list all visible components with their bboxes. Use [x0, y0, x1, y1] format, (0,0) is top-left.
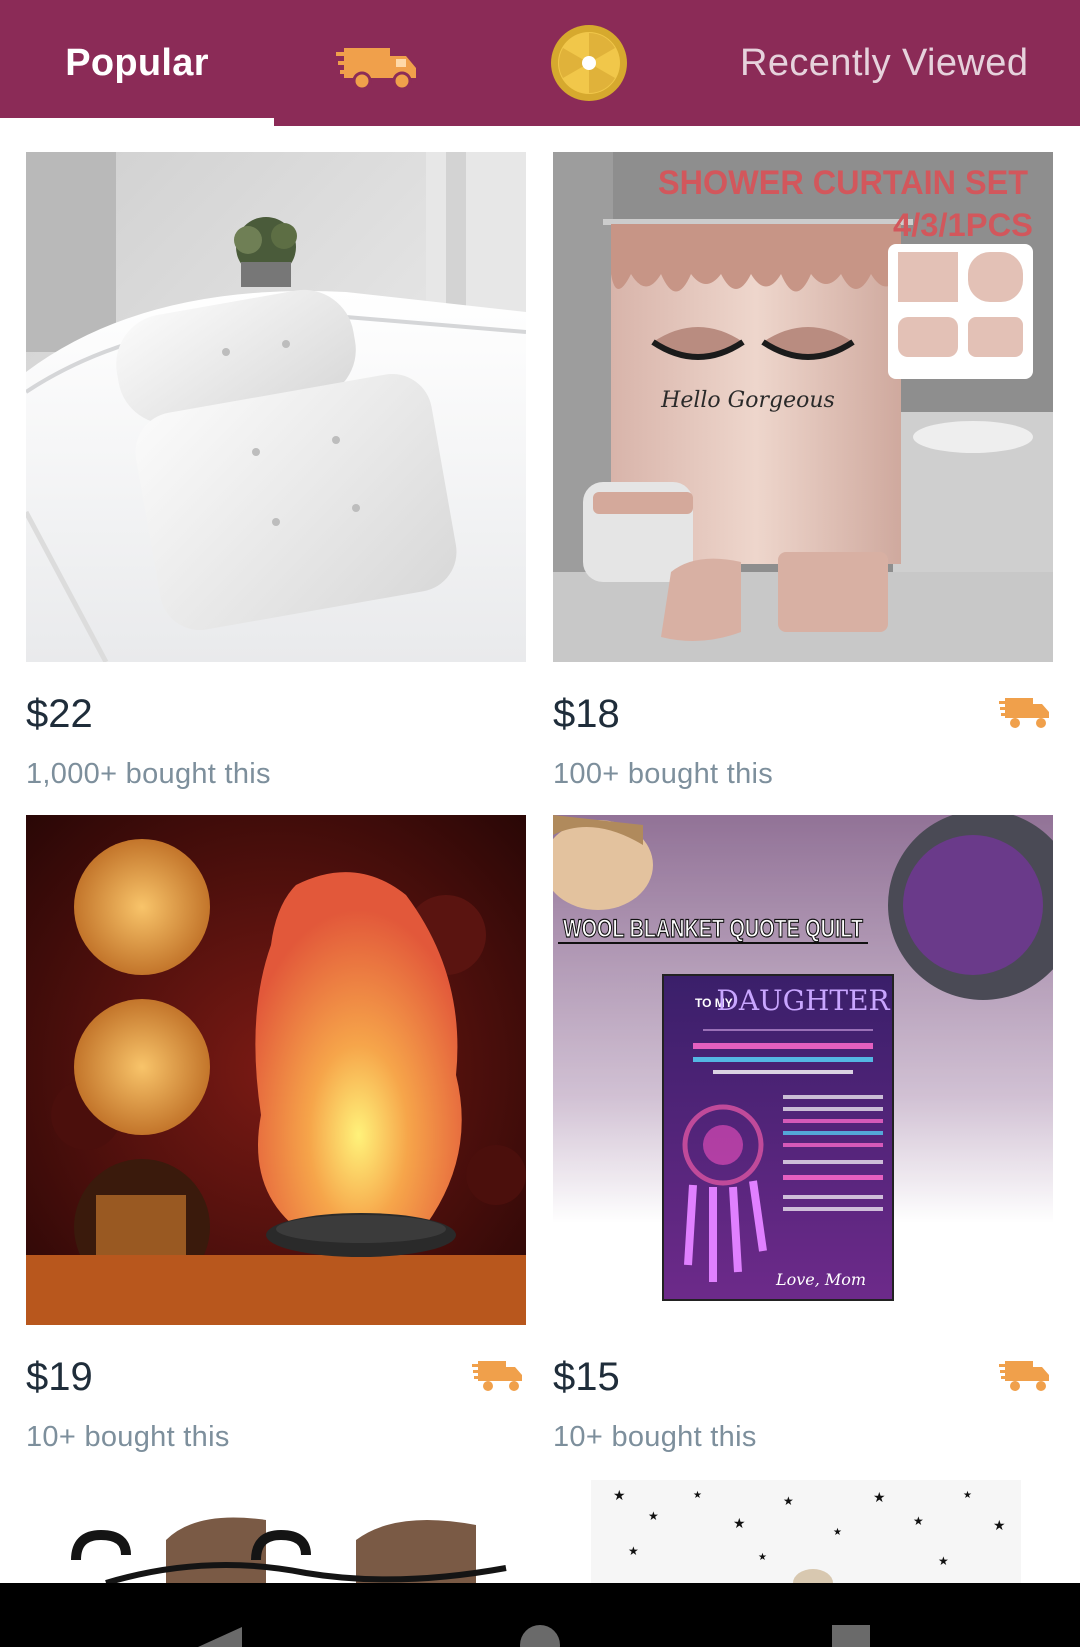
product-price: $19: [26, 1355, 93, 1399]
svg-text:★: ★: [613, 1487, 626, 1503]
blanket-daughter-text: DAUGHTER: [716, 984, 890, 1017]
svg-text:★: ★: [963, 1490, 972, 1501]
product-price: $18: [553, 692, 620, 736]
product-card[interactable]: WOOL BLANKET QUOTE QUILT TO MY DAUGHTER …: [553, 815, 1053, 1455]
svg-text:★: ★: [938, 1554, 949, 1568]
tab-bar: Popular Recently Viewed: [0, 0, 1080, 126]
curtain-script-text: Hello Gorgeous: [660, 388, 835, 413]
back-icon[interactable]: [198, 1627, 246, 1647]
tab-popular[interactable]: Popular: [0, 0, 274, 126]
svg-text:★: ★: [648, 1509, 659, 1523]
tab-recently-viewed-label: Recently Viewed: [740, 41, 1029, 84]
blanket-title-text: WOOL BLANKET QUOTE QUILT: [563, 915, 863, 943]
delivery-truck-icon: [999, 1361, 1049, 1391]
product-card[interactable]: Hello Gorgeous SHOWER CURTAIN SET 4/3/1P…: [553, 152, 1053, 792]
svg-text:★: ★: [913, 1514, 924, 1528]
product-card[interactable]: ★ ★ ★ ★ ★ ★ ★ ★ ★ ★ ★ ★ ★: [553, 1480, 1053, 1583]
product-card[interactable]: $22 1,000+ bought this: [26, 152, 526, 792]
home-icon[interactable]: [518, 1623, 562, 1647]
tab-popular-label: Popular: [65, 41, 209, 84]
tab-rewards[interactable]: [548, 22, 630, 104]
svg-text:★: ★: [693, 1490, 702, 1501]
delivery-truck-icon: [336, 48, 416, 91]
product-card[interactable]: $19 10+ bought this: [26, 815, 526, 1455]
product-price: $22: [26, 692, 93, 736]
product-bought-count: 100+ bought this: [553, 758, 774, 790]
blanket-signature-text: Love, Mom: [775, 1270, 866, 1289]
product-card[interactable]: [26, 1480, 526, 1583]
delivery-truck-icon: [999, 698, 1049, 728]
product-bought-count: 1,000+ bought this: [26, 758, 271, 790]
svg-text:★: ★: [993, 1517, 1006, 1533]
svg-text:★: ★: [783, 1494, 794, 1508]
curtain-title-text: SHOWER CURTAIN SET: [658, 164, 1028, 202]
product-image-salt-lamp[interactable]: [26, 815, 526, 1325]
product-image-curtain-rod[interactable]: [26, 1480, 526, 1583]
svg-text:★: ★: [873, 1489, 886, 1505]
svg-text:★: ★: [758, 1552, 767, 1563]
system-navigation-bar: [0, 1583, 1080, 1647]
product-price: $15: [553, 1355, 620, 1399]
product-bought-count: 10+ bought this: [553, 1421, 757, 1453]
active-tab-indicator: [0, 118, 274, 126]
svg-text:★: ★: [733, 1515, 746, 1531]
coin-wheel-icon: [551, 25, 627, 101]
svg-text:★: ★: [833, 1527, 842, 1538]
recents-icon[interactable]: [832, 1625, 870, 1647]
tab-shipping[interactable]: [330, 26, 430, 102]
product-image-quote-blanket[interactable]: WOOL BLANKET QUOTE QUILT TO MY DAUGHTER …: [553, 815, 1053, 1325]
tab-recently-viewed[interactable]: Recently Viewed: [740, 0, 1080, 126]
product-image-bath-pillow[interactable]: [26, 152, 526, 662]
product-image-shower-curtain[interactable]: Hello Gorgeous SHOWER CURTAIN SET 4/3/1P…: [553, 152, 1053, 662]
delivery-truck-icon: [472, 1361, 522, 1391]
product-image-star-decal[interactable]: ★ ★ ★ ★ ★ ★ ★ ★ ★ ★ ★ ★ ★: [553, 1480, 1053, 1583]
product-bought-count: 10+ bought this: [26, 1421, 230, 1453]
curtain-count-text: 4/3/1PCS: [893, 207, 1033, 243]
svg-text:★: ★: [628, 1544, 639, 1558]
